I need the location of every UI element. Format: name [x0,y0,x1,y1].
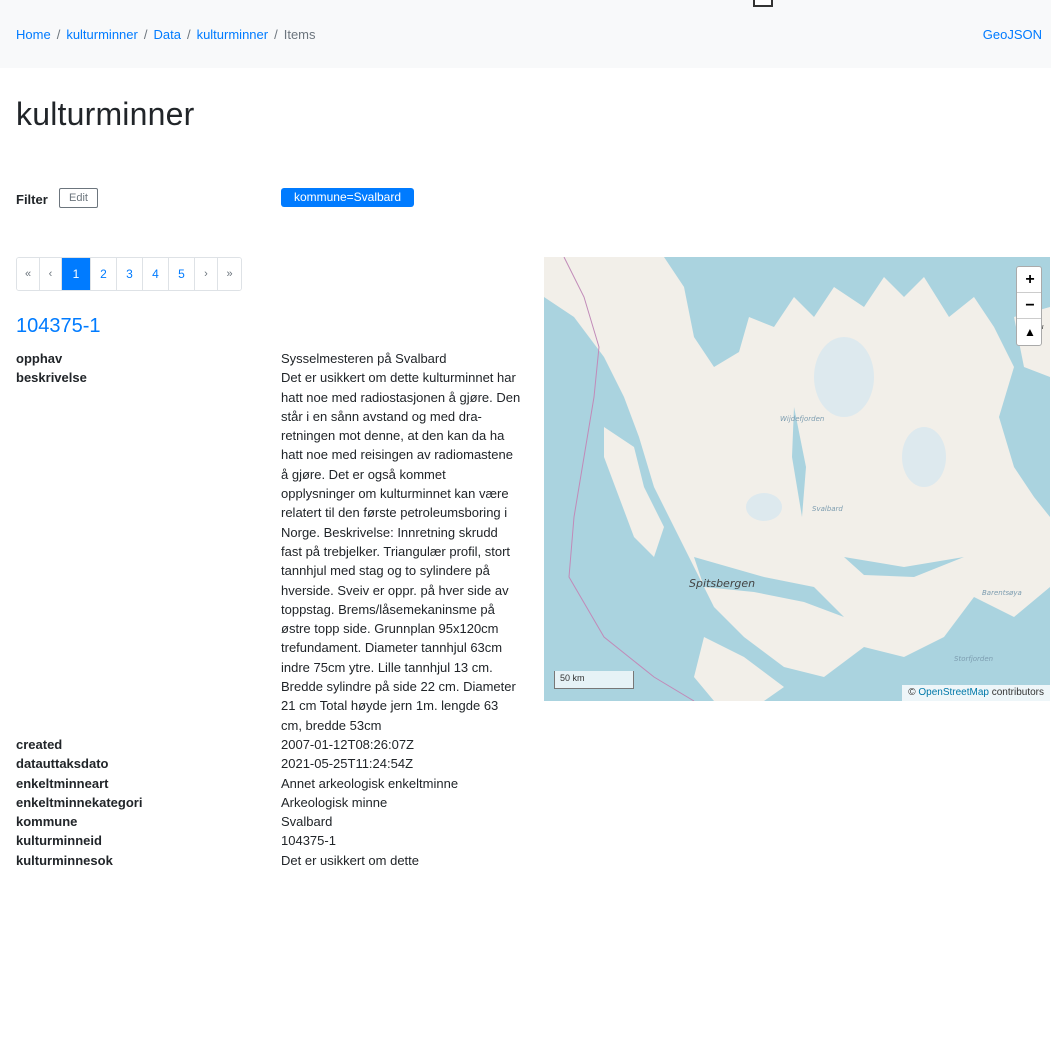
map-attribution: © OpenStreetMap contributors [902,685,1050,701]
zoom-in-button[interactable]: + [1017,267,1041,293]
pagination-page-4[interactable]: 4 [143,258,169,290]
breadcrumb-home[interactable]: Home [16,27,51,42]
property-value: 2007-01-12T08:26:07Z [281,736,414,752]
pagination-first[interactable]: « [17,258,40,290]
property-row: enkeltminnekategori Arkeologisk minne [16,793,526,812]
property-key: beskrivelse [16,370,87,386]
breadcrumb-separator: / [56,27,61,42]
breadcrumb-separator: / [143,27,148,42]
pagination-page-3[interactable]: 3 [117,258,143,290]
filter-badge: kommune=Svalbard [281,188,414,207]
geojson-link[interactable]: GeoJSON [983,27,1042,42]
property-value: Svalbard [281,814,333,830]
property-value: Arkeologisk minne [281,794,388,810]
pagination-page-5[interactable]: 5 [169,258,195,290]
copyright-symbol: © [908,687,916,698]
property-value: Sysselmesteren på Svalbard [281,351,447,366]
property-value: Det er usikkert om dette kulturminnet ha… [281,370,521,733]
osm-attribution-link[interactable]: OpenStreetMap [918,687,989,698]
property-row: opphav Sysselmesteren på Svalbard [16,349,526,368]
breadcrumb-dataset[interactable]: kulturminner [197,27,269,42]
property-row: kommune Svalbard [16,812,526,831]
item-id-link[interactable]: 104375-1 [16,315,101,338]
pagination-next[interactable]: › [195,258,218,290]
map-zoom-control: + − ▲ [1016,266,1042,346]
glacier [814,337,874,417]
map-label-spitsbergen: Spitsbergen [689,577,756,590]
property-key: enkeltminnekategori [16,794,143,810]
pagination-page-1[interactable]: 1 [62,258,91,290]
property-key: opphav [16,351,63,366]
property-value: 2021-05-25T11:24:54Z [281,756,414,772]
breadcrumb-data[interactable]: Data [153,27,180,42]
pagination: « ‹ 1 2 3 4 5 › » [16,257,242,291]
property-row: kulturminnesok Det er usikkert om dette [16,851,526,870]
property-value: 104375-1 [281,833,336,849]
property-row: beskrivelse Det er usikkert om dette kul… [16,368,526,735]
reset-north-icon[interactable]: ▲ [1017,319,1041,345]
property-row: kulturminneid 104375-1 [16,831,526,850]
breadcrumb-collection[interactable]: kulturminner [66,27,138,42]
page: Home / kulturminner / Data / kulturminner / Item… [0,0,1051,1058]
map-view[interactable]: Spitsbergen Svalbard Barentsøya Wijdefjo… [544,257,1050,701]
item-properties: opphav Sysselmesteren på Svalbard beskri… [16,349,526,870]
map-tiles [544,257,1050,701]
map-label-wijdefjorden: Wijdefjorden [780,415,825,423]
glacier [746,493,782,521]
property-key: kulturminneid [16,833,102,849]
breadcrumb-separator: / [274,27,278,42]
breadcrumb-bar: Home / kulturminner / Data / kulturminner / Item… [0,0,1051,68]
attribution-suffix: contributors [991,687,1044,698]
map-label-svalbard: Svalbard [812,505,843,513]
property-key: kommune [16,814,78,830]
top-scroll-handle [753,0,773,7]
property-key: datauttaksdato [16,756,109,772]
property-value: Annet arkeologisk enkeltminne [281,775,459,791]
property-key: kulturminnesok [16,852,113,868]
pagination-prev[interactable]: ‹ [40,258,62,290]
map-scale-bar: 50 km [554,671,634,689]
property-key: created [16,736,63,752]
breadcrumb: Home / kulturminner / Data / kulturminner / Item… [16,27,316,42]
map-label-barentsoya: Barentsøya [982,589,1022,597]
pagination-last[interactable]: » [218,258,241,290]
property-row: created 2007-01-12T08:26:07Z [16,735,526,754]
filter-edit-button[interactable]: Edit [59,188,98,208]
property-row: enkeltminneart Annet arkeologisk enkeltm… [16,774,526,793]
property-row: datauttaksdato 2021-05-25T11:24:54Z [16,754,526,773]
filter-label: Filter [16,192,48,207]
breadcrumb-separator: / [186,27,191,42]
pagination-page-2[interactable]: 2 [91,258,117,290]
zoom-out-button[interactable]: − [1017,293,1041,319]
page-title: kulturminner [16,96,195,132]
breadcrumb-current: Items [283,27,316,42]
property-value: Det er usikkert om dette [281,852,419,868]
glacier [902,427,946,487]
property-key: enkeltminneart [16,775,109,791]
map-label-storfjorden: Storfjorden [954,655,994,663]
